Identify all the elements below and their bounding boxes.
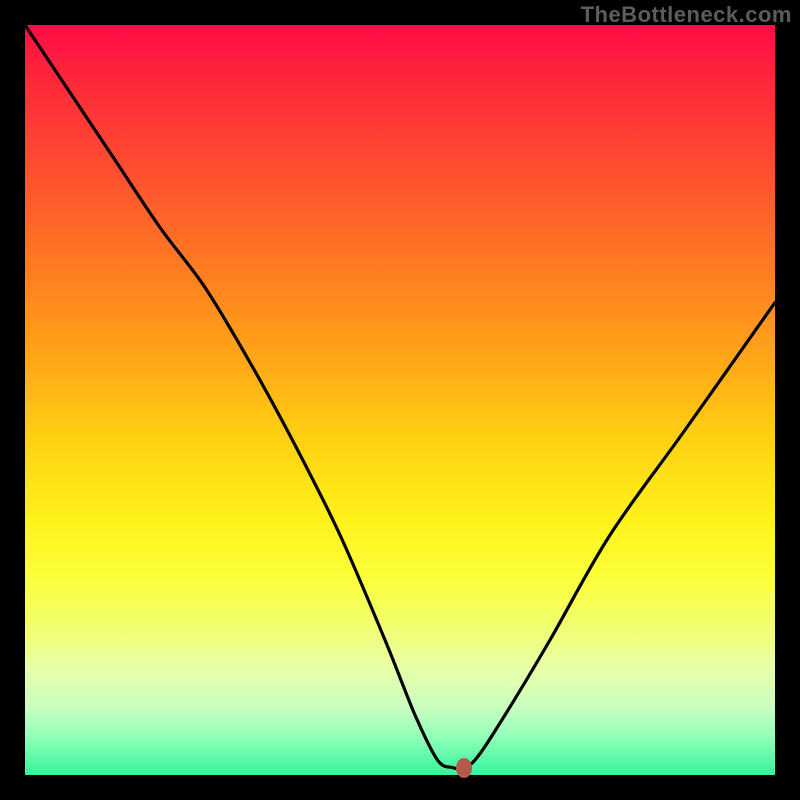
chart-frame: TheBottleneck.com — [0, 0, 800, 800]
optimal-point-marker — [456, 758, 472, 778]
bottleneck-curve — [25, 25, 775, 775]
watermark-text: TheBottleneck.com — [581, 2, 792, 28]
curve-path — [25, 25, 775, 768]
plot-area — [25, 25, 775, 775]
